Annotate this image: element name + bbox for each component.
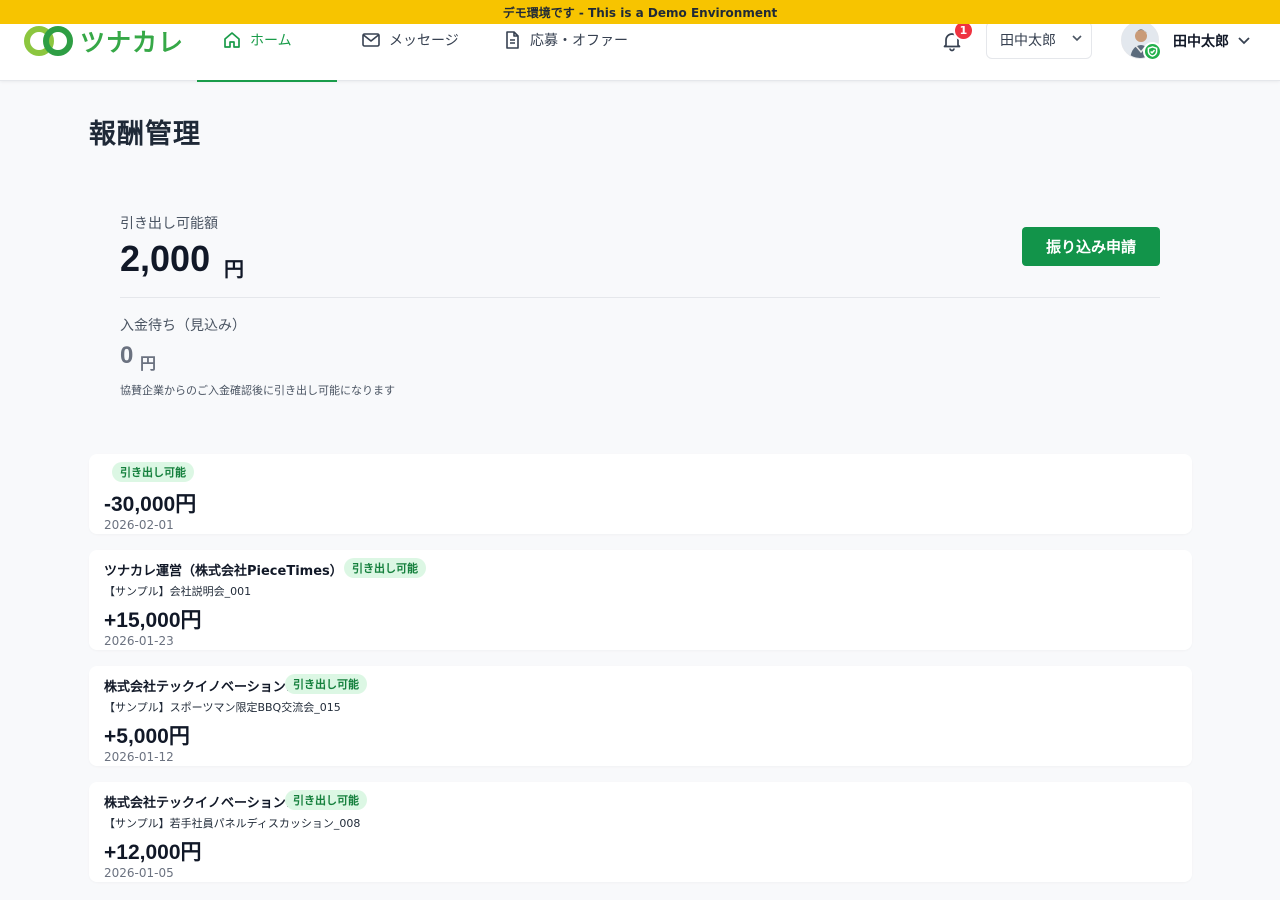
account-select[interactable]: 田中太郎	[986, 21, 1092, 59]
balance-label: 引き出し可能額	[120, 216, 218, 232]
transaction-amount: +12,000円	[104, 841, 202, 864]
document-icon	[502, 30, 522, 50]
demo-environment-banner: デモ環境です - This is a Demo Environment	[0, 0, 1280, 24]
logo-rings-icon	[24, 26, 73, 56]
pending-note: 協賛企業からのご入金確認後に引き出し可能になります	[120, 384, 395, 397]
transaction-amount: -30,000円	[104, 493, 197, 516]
divider	[120, 297, 1160, 298]
status-badge: 引き出し可能	[285, 790, 367, 810]
transaction-amount: +15,000円	[104, 609, 202, 632]
transaction-date: 2026-01-23	[104, 634, 174, 648]
mail-icon	[361, 30, 381, 50]
nav-home[interactable]: ホーム	[197, 24, 337, 82]
logo-text: ツナカレ	[80, 28, 185, 57]
transaction-date: 2026-01-05	[104, 866, 174, 880]
transaction-event: 【サンプル】スポーツマン限定BBQ交流会_015	[104, 701, 341, 714]
transaction-company: ツナカレ運営（株式会社PieceTimes）	[104, 564, 343, 579]
nav-messages[interactable]: メッセージ	[361, 24, 459, 81]
account-select-value: 田中太郎	[1000, 33, 1056, 49]
transaction-company: 株式会社テックイノベーション15	[104, 796, 304, 811]
home-icon	[222, 30, 242, 50]
transaction-card[interactable]: ツナカレ運営（株式会社PieceTimes） 引き出し可能 【サンプル】会社説明…	[89, 550, 1192, 650]
top-header: ツナカレ ホーム メッセージ 応募・オファー 1 田中太郎 田中太郎	[0, 20, 1280, 82]
transaction-date: 2026-02-01	[104, 518, 174, 532]
pending-amount: 0	[120, 342, 134, 369]
logo[interactable]: ツナカレ	[22, 24, 184, 58]
user-name[interactable]: 田中太郎	[1173, 31, 1229, 51]
pending-label: 入金待ち（見込み）	[120, 318, 246, 334]
status-badge: 引き出し可能	[344, 558, 426, 578]
status-badge: 引き出し可能	[112, 462, 194, 482]
transaction-amount: +5,000円	[104, 725, 190, 748]
balance-unit: 円	[224, 257, 244, 281]
pending-unit: 円	[140, 354, 157, 373]
user-menu-chevron-icon[interactable]	[1236, 32, 1252, 48]
page-title: 報酬管理	[89, 119, 201, 150]
nav-applications[interactable]: 応募・オファー	[502, 24, 628, 81]
transaction-company: 株式会社テックイノベーション12	[104, 680, 304, 695]
transaction-date: 2026-01-12	[104, 750, 174, 764]
verified-shield-icon	[1143, 42, 1162, 61]
nav-applications-label: 応募・オファー	[530, 33, 628, 49]
withdraw-request-button[interactable]: 振り込み申請	[1022, 227, 1160, 266]
transaction-card[interactable]: 引き出し可能 -30,000円 2026-02-01	[89, 454, 1192, 534]
status-badge: 引き出し可能	[285, 674, 367, 694]
nav-home-label: ホーム	[250, 33, 292, 49]
nav-messages-label: メッセージ	[389, 33, 459, 49]
balance-amount: 2,000	[120, 238, 211, 279]
transaction-event: 【サンプル】若手社員パネルディスカッション_008	[104, 817, 361, 830]
transaction-card[interactable]: 株式会社テックイノベーション15 引き出し可能 【サンプル】若手社員パネルディス…	[89, 782, 1192, 882]
chevron-down-icon	[1070, 31, 1084, 49]
transaction-card[interactable]: 株式会社テックイノベーション12 引き出し可能 【サンプル】スポーツマン限定BB…	[89, 666, 1192, 766]
transaction-event: 【サンプル】会社説明会_001	[104, 585, 252, 598]
